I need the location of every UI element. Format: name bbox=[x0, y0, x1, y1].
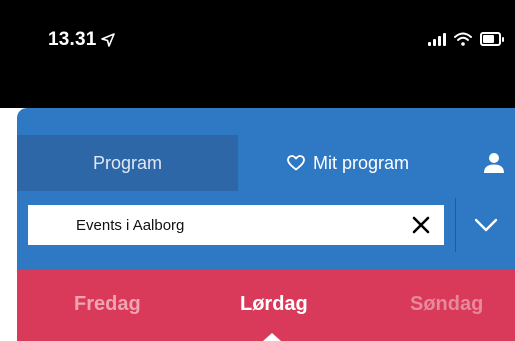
tab-mit-program-label: Mit program bbox=[312, 152, 410, 173]
filter-divider bbox=[455, 198, 456, 252]
expand-filter-button[interactable] bbox=[457, 198, 515, 252]
location-arrow-icon bbox=[100, 33, 115, 47]
day-selector: Fredag Lørdag Søndag bbox=[17, 270, 515, 341]
selected-day-indicator bbox=[263, 333, 281, 341]
status-time: 13.31 bbox=[48, 29, 115, 51]
filter-row: Events i Aalborg bbox=[17, 198, 515, 252]
user-icon bbox=[484, 153, 504, 173]
day-tab-fredag[interactable]: Fredag bbox=[74, 293, 141, 316]
program-tabs: Program Mit program bbox=[17, 135, 515, 191]
close-icon bbox=[412, 216, 430, 234]
battery-icon bbox=[480, 32, 504, 46]
status-time-text: 13.31 bbox=[48, 29, 97, 50]
tab-mit-program[interactable]: Mit program bbox=[238, 135, 458, 191]
signal-icon bbox=[428, 32, 446, 46]
event-filter-value: Events i Aalborg bbox=[76, 216, 185, 234]
profile-button[interactable] bbox=[473, 135, 515, 191]
clear-filter-button[interactable] bbox=[408, 212, 434, 238]
chevron-down-icon bbox=[474, 218, 498, 232]
heart-outline-icon bbox=[287, 155, 305, 171]
app-header: Program Mit program Events i Aalborg Fre… bbox=[17, 108, 515, 341]
day-tab-sondag[interactable]: Søndag bbox=[410, 293, 483, 316]
tab-program-label: Program bbox=[92, 152, 163, 173]
wifi-icon bbox=[454, 32, 472, 46]
event-filter-field[interactable]: Events i Aalborg bbox=[28, 205, 444, 245]
status-bar: 13.31 bbox=[0, 0, 515, 108]
day-tab-lordag[interactable]: Lørdag bbox=[240, 293, 308, 316]
tab-program[interactable]: Program bbox=[17, 135, 238, 191]
status-icons bbox=[428, 32, 504, 46]
